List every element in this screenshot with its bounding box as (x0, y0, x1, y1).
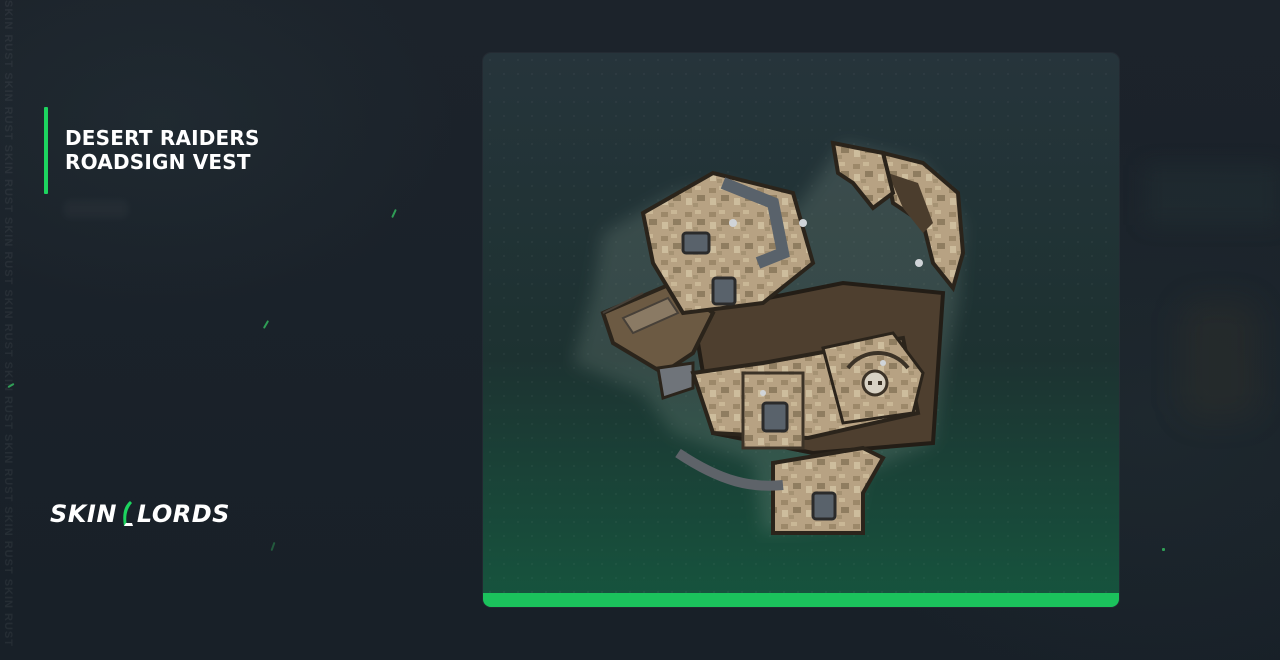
blurred-subtitle (64, 200, 128, 218)
item-title: DESERT RAIDERS ROADSIGN VEST (65, 126, 260, 174)
skinlords-logo: SKIN LORDS (50, 500, 230, 528)
logo-text-skin: SKIN (50, 500, 117, 528)
item-image-card (483, 53, 1119, 607)
background-blur (1145, 165, 1280, 225)
watermark: SKIN RUST SKIN RUST SKIN RUST SKIN RUST … (2, 0, 16, 660)
item-title-line2: ROADSIGN VEST (65, 150, 251, 174)
sparkle-icon (1162, 548, 1165, 551)
title-accent-bar (44, 107, 48, 194)
watermark-text: SKIN RUST SKIN RUST SKIN RUST SKIN RUST … (2, 0, 14, 647)
logo-text-lords: LORDS (136, 500, 230, 528)
vest-image (573, 140, 966, 535)
item-title-line1: DESERT RAIDERS (65, 126, 260, 150)
green-claw-icon (123, 501, 133, 526)
card-accent-bar (483, 593, 1119, 607)
background-blur (1180, 300, 1260, 420)
